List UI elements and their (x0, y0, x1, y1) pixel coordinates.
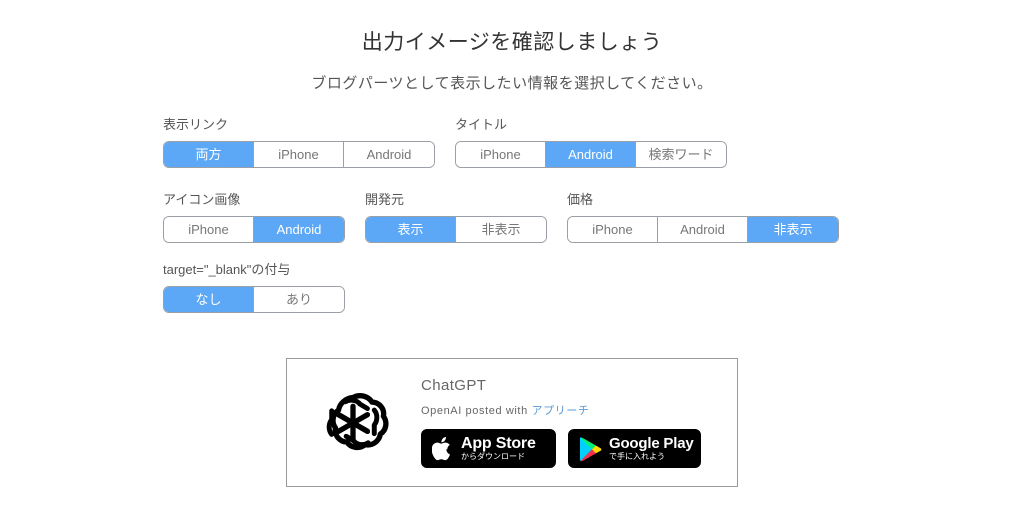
seg-option-title-0[interactable]: iPhone (456, 142, 546, 167)
preview-card: ChatGPT OpenAI posted with アプリーチ App Sto… (286, 358, 738, 487)
seg-option-icon-image-1[interactable]: Android (254, 217, 344, 242)
option-group-display-link: 表示リンク 両方 iPhone Android (163, 118, 435, 168)
seg-option-developer-0[interactable]: 表示 (366, 217, 456, 242)
seg-option-title-1[interactable]: Android (546, 142, 636, 167)
segmented-control-target-blank[interactable]: なし あり (163, 286, 345, 313)
preview-meta: OpenAI posted with アプリーチ (421, 402, 737, 418)
seg-option-display-link-1[interactable]: iPhone (254, 142, 344, 167)
option-group-icon-image: アイコン画像 iPhone Android (163, 193, 345, 243)
option-group-target-blank: target="_blank"の付与 なし あり (163, 263, 345, 313)
page-title: 出力イメージを確認しましょう (361, 31, 663, 54)
preview-meta-prefix: OpenAI posted with (421, 405, 528, 417)
seg-option-display-link-0[interactable]: 両方 (164, 142, 254, 167)
store-badges: App Store からダウンロード Google Play で手に入れよう (421, 429, 737, 468)
openai-logo-icon (303, 385, 403, 461)
option-group-developer: 開発元 表示 非表示 (365, 193, 547, 243)
google-play-badge-sub: で手に入れよう (609, 452, 665, 462)
seg-option-target-blank-1[interactable]: あり (254, 287, 344, 312)
option-label-display-link: 表示リンク (163, 117, 229, 132)
google-play-triangle-icon (579, 436, 602, 462)
page-subtitle: ブログパーツとして表示したい情報を選択してください。 (311, 75, 713, 92)
seg-option-title-2[interactable]: 検索ワード (636, 142, 726, 167)
seg-option-developer-1[interactable]: 非表示 (456, 217, 546, 242)
segmented-control-developer[interactable]: 表示 非表示 (365, 216, 547, 243)
seg-option-display-link-2[interactable]: Android (344, 142, 434, 167)
preview-meta-link[interactable]: アプリーチ (531, 405, 589, 417)
seg-option-price-2[interactable]: 非表示 (748, 217, 838, 242)
option-group-price: 価格 iPhone Android 非表示 (567, 193, 839, 243)
google-play-badge-main: Google Play (609, 434, 694, 452)
seg-option-price-0[interactable]: iPhone (568, 217, 658, 242)
app-store-badge-sub: からダウンロード (461, 452, 525, 462)
option-label-title: タイトル (455, 117, 508, 132)
seg-option-target-blank-0[interactable]: なし (164, 287, 254, 312)
google-play-badge-text: Google Play で手に入れよう (609, 434, 694, 462)
option-group-title: タイトル iPhone Android 検索ワード (455, 118, 727, 168)
option-label-target-blank: target="_blank"の付与 (163, 262, 291, 277)
preview-card-body: ChatGPT OpenAI posted with アプリーチ App Sto… (421, 377, 737, 468)
seg-option-icon-image-0[interactable]: iPhone (164, 217, 254, 242)
option-label-developer: 開発元 (365, 192, 405, 207)
preview-app-name: ChatGPT (421, 377, 487, 394)
app-store-badge[interactable]: App Store からダウンロード (421, 429, 556, 468)
apple-logo-icon (432, 436, 454, 462)
segmented-control-display-link[interactable]: 両方 iPhone Android (163, 141, 435, 168)
option-label-price: 価格 (567, 192, 594, 207)
option-label-icon-image: アイコン画像 (163, 192, 241, 207)
segmented-control-price[interactable]: iPhone Android 非表示 (567, 216, 839, 243)
app-store-badge-text: App Store からダウンロード (461, 434, 536, 462)
segmented-control-icon-image[interactable]: iPhone Android (163, 216, 345, 243)
seg-option-price-1[interactable]: Android (658, 217, 748, 242)
app-store-badge-main: App Store (461, 434, 536, 452)
segmented-control-title[interactable]: iPhone Android 検索ワード (455, 141, 727, 168)
google-play-badge[interactable]: Google Play で手に入れよう (568, 429, 701, 468)
